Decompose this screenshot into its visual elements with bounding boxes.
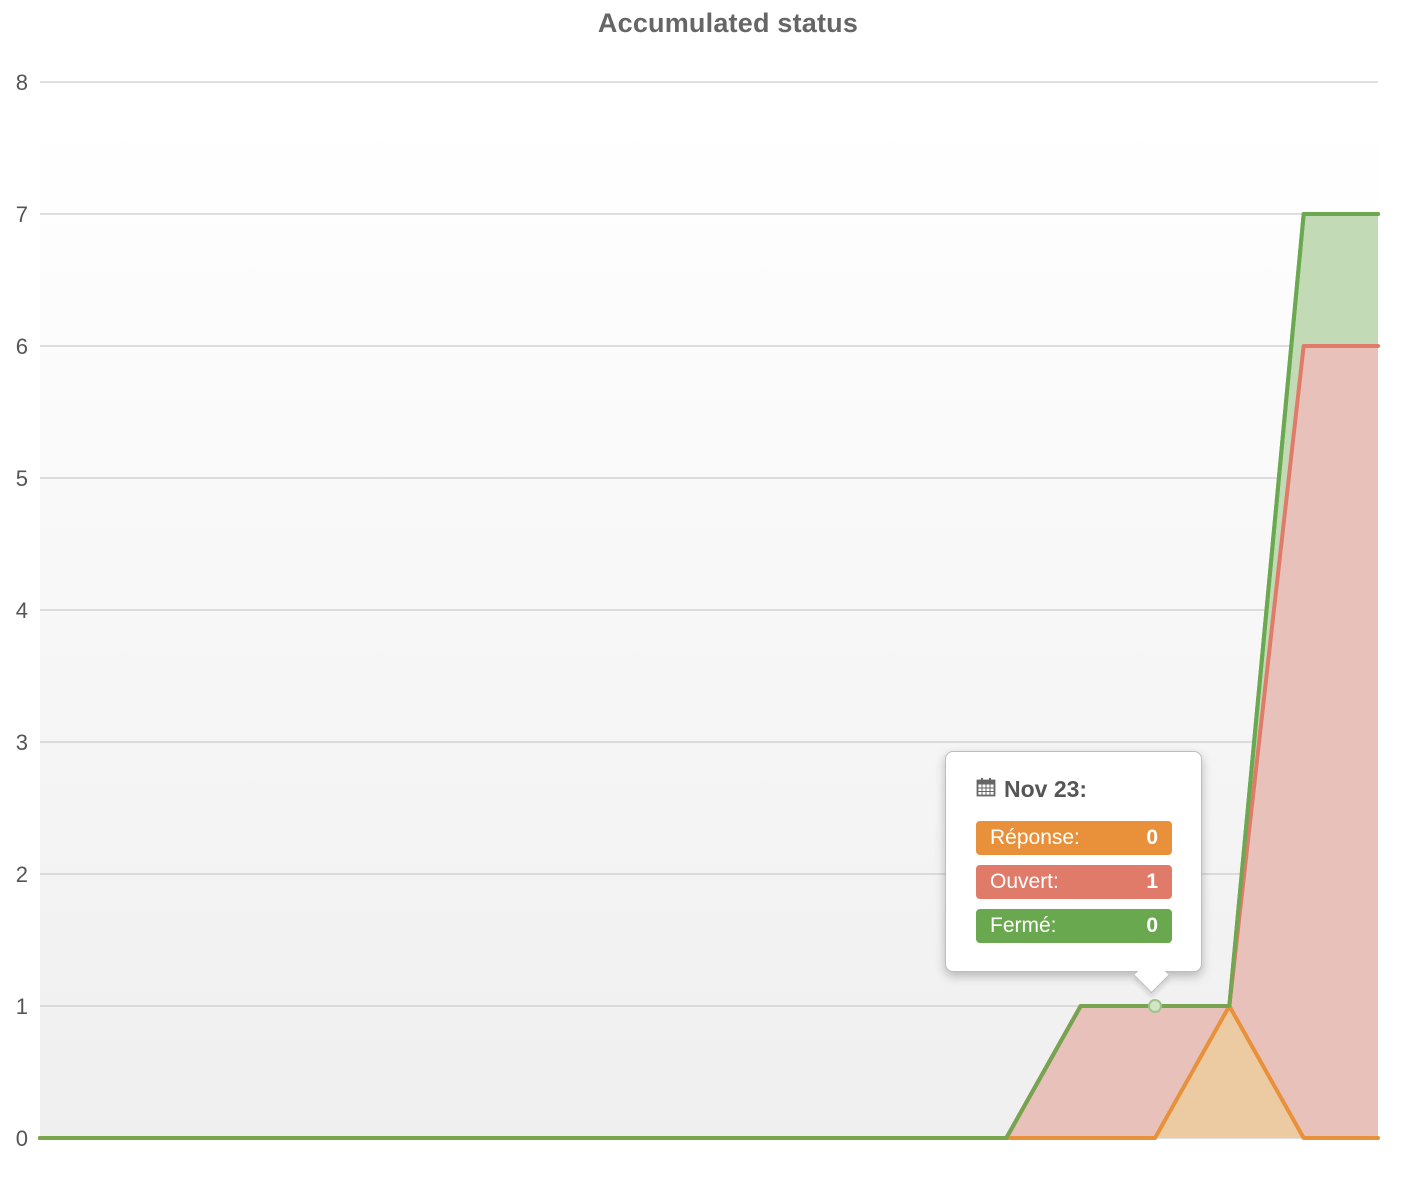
y-tick-label: 2 <box>16 862 28 887</box>
y-tick-label: 5 <box>16 466 28 491</box>
y-tick-label: 7 <box>16 202 28 227</box>
tooltip-value: 0 <box>1146 826 1158 849</box>
plot-background <box>40 114 1378 1138</box>
tooltip-row-ouvert: Ouvert: 1 <box>976 865 1172 899</box>
tooltip-row-reponse: Réponse: 0 <box>976 821 1172 855</box>
y-tick-label: 3 <box>16 730 28 755</box>
chart-tooltip: Nov 23: Réponse: 0 Ouvert: 1 Fermé: 0 <box>945 751 1202 994</box>
y-tick-label: 4 <box>16 598 28 623</box>
y-tick-label: 8 <box>16 70 28 95</box>
y-tick-label: 6 <box>16 334 28 359</box>
tooltip-date: Nov 23: <box>1004 776 1088 802</box>
tooltip-value: 0 <box>1146 914 1158 937</box>
tooltip-value: 1 <box>1146 870 1158 893</box>
calendar-icon <box>976 776 996 803</box>
y-tick-label: 1 <box>16 994 28 1019</box>
tooltip-label: Ouvert: <box>990 870 1059 893</box>
tooltip-row-ferme: Fermé: 0 <box>976 909 1172 943</box>
tooltip-label: Fermé: <box>990 914 1057 937</box>
tooltip-label: Réponse: <box>990 826 1080 849</box>
y-axis-ticks: 0 1 2 3 4 5 6 7 8 <box>16 70 28 1151</box>
tooltip-header: Nov 23: <box>976 776 1087 803</box>
hover-point <box>1148 999 1162 1013</box>
hover-marker <box>1148 999 1162 1013</box>
y-tick-label: 0 <box>16 1126 28 1151</box>
accumulated-status-chart: 0 1 2 3 4 5 6 7 8 <box>16 70 1380 1151</box>
